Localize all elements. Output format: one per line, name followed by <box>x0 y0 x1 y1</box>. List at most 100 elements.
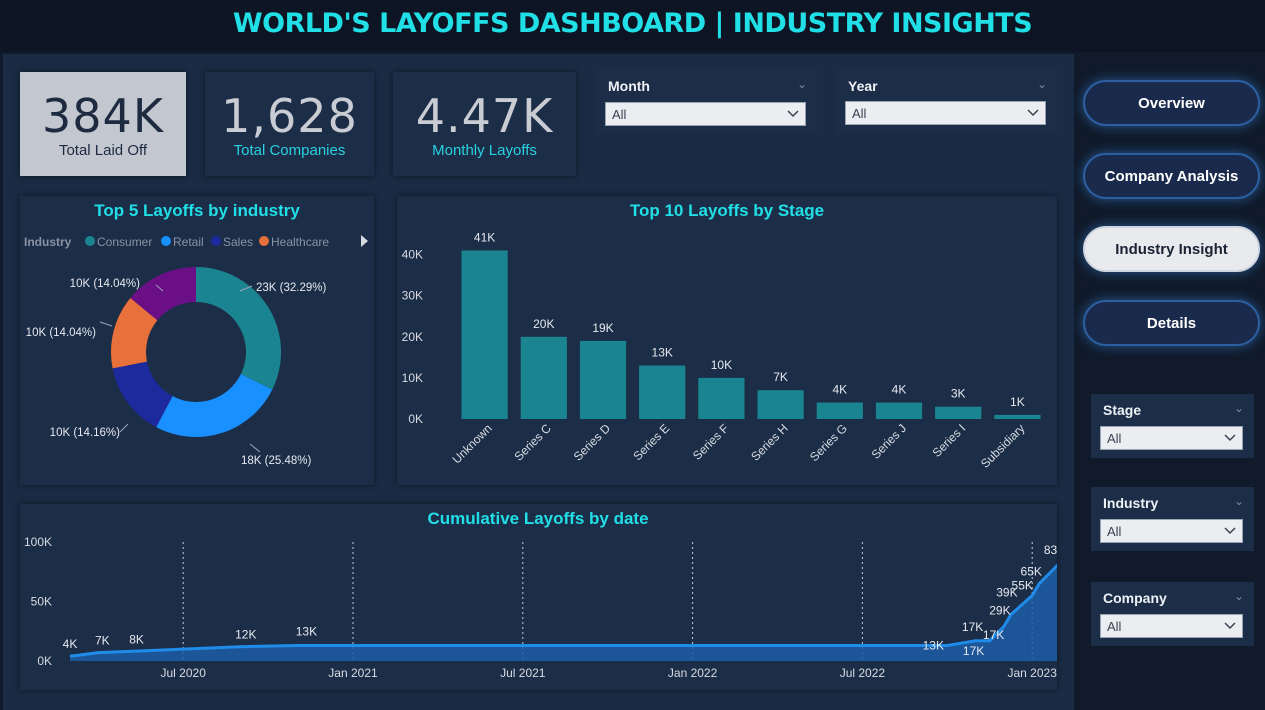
legend-item-retail[interactable]: Retail <box>161 235 204 249</box>
bar[interactable] <box>875 402 923 419</box>
kpi-label: Total Companies <box>233 141 346 159</box>
bar-data-label: 41K <box>474 230 495 244</box>
chevron-down-icon[interactable]: ⌄ <box>1234 401 1244 415</box>
year-slicer-title: Year <box>848 78 878 94</box>
x-tick-label: Series E <box>630 421 672 463</box>
donut-slice[interactable] <box>156 374 273 437</box>
kpi-total-companies[interactable]: 1,628 Total Companies <box>205 72 374 176</box>
stage-bar-chart: Top 10 Layoffs by Stage 0K 10K 20K 30K 40K 41… <box>402 201 1041 471</box>
legend-title: Industry <box>24 235 72 249</box>
bar-data-label: 10K <box>711 358 732 372</box>
bar[interactable] <box>579 340 627 419</box>
industry-donut-chart: Top 5 Layoffs by industry Industry Consu… <box>24 201 368 467</box>
legend-item-sales[interactable]: Sales <box>211 235 253 249</box>
month-dropdown-value: All <box>612 106 627 122</box>
industry-slicer-title: Industry <box>1103 495 1159 511</box>
cumulative-line[interactable] <box>69 543 1057 658</box>
stage-slicer: Stage ⌄ All <box>1091 394 1254 458</box>
point-data-label: 13K <box>296 625 317 639</box>
y-tick-label: 30K <box>402 289 423 303</box>
x-tick-label: Series J <box>869 421 910 462</box>
chevron-down-icon <box>1224 434 1236 442</box>
details-button[interactable]: Details <box>1083 300 1260 346</box>
month-dropdown[interactable]: All <box>605 102 806 126</box>
bar[interactable] <box>757 390 804 419</box>
bar[interactable] <box>520 336 567 419</box>
point-data-label: 8K <box>129 632 144 646</box>
company-analysis-button[interactable]: Company Analysis <box>1083 153 1260 199</box>
kpi-value: 1,628 <box>221 88 358 143</box>
bar-data-label: 7K <box>773 370 788 384</box>
industry-dropdown[interactable]: All <box>1100 519 1243 543</box>
bar[interactable] <box>935 406 982 419</box>
x-tick-label: Jul 2022 <box>840 666 886 680</box>
x-tick-label: Series G <box>807 421 850 464</box>
chevron-down-icon[interactable]: ⌄ <box>797 77 807 91</box>
company-slicer-title: Company <box>1103 590 1167 606</box>
x-tick-label: Jan 2021 <box>328 666 378 680</box>
y-tick-label: 40K <box>402 248 423 262</box>
point-data-label: 7K <box>95 634 110 648</box>
year-dropdown-value: All <box>852 105 867 121</box>
cumulative-area-chart: Cumulative Layoffs by date 0K 50K 100K Jul … <box>24 509 1057 680</box>
chevron-down-icon <box>1224 622 1236 630</box>
x-tick-label: Jan 2023 <box>1008 666 1057 680</box>
bar-data-label: 19K <box>592 321 613 335</box>
bar[interactable] <box>816 402 863 419</box>
legend-label: Retail <box>173 235 204 249</box>
kpi-value: 4.47K <box>415 88 554 143</box>
x-tick-label: Jul 2021 <box>500 666 546 680</box>
y-tick-label: 20K <box>402 330 423 344</box>
legend-next-arrow-icon[interactable] <box>361 235 368 247</box>
legend-label: Consumer <box>97 235 152 249</box>
industry-slicer: Industry ⌄ All <box>1091 487 1254 551</box>
month-slicer: Month ⌄ All <box>596 70 817 133</box>
industry-dropdown-value: All <box>1107 523 1122 539</box>
chevron-down-icon[interactable]: ⌄ <box>1234 589 1244 603</box>
point-data-label: 17K <box>983 628 1004 642</box>
year-dropdown[interactable]: All <box>845 101 1046 125</box>
bar[interactable] <box>698 377 745 419</box>
cumulative-area-card: Cumulative Layoffs by date 0K 50K 100K Jul … <box>20 504 1057 690</box>
x-tick-label: Series I <box>930 421 969 460</box>
company-dropdown[interactable]: All <box>1100 614 1243 638</box>
chevron-down-icon <box>1027 109 1039 117</box>
chevron-down-icon <box>787 110 799 118</box>
point-data-label: 55K <box>1012 579 1033 593</box>
x-tick-label: Series H <box>748 421 790 463</box>
chevron-down-icon[interactable]: ⌄ <box>1037 77 1047 91</box>
overview-button[interactable]: Overview <box>1083 80 1260 126</box>
y-tick-label: 0K <box>408 412 423 426</box>
x-tick-label: Jul 2020 <box>161 666 207 680</box>
donut-title: Top 5 Layoffs by industry <box>94 201 300 220</box>
bar-title: Top 10 Layoffs by Stage <box>630 201 824 220</box>
chevron-down-icon[interactable]: ⌄ <box>1234 494 1244 508</box>
industry-insight-button[interactable]: Industry Insight <box>1083 226 1260 272</box>
bar[interactable] <box>639 365 686 419</box>
x-tick-label: Series F <box>690 421 731 462</box>
kpi-label: Monthly Layoffs <box>432 141 537 159</box>
kpi-total-laid-off[interactable]: 384K Total Laid Off <box>20 72 186 176</box>
legend-item-healthcare[interactable]: Healthcare <box>259 235 329 249</box>
stage-dropdown[interactable]: All <box>1100 426 1243 450</box>
legend-label: Healthcare <box>271 235 329 249</box>
year-slicer: Year ⌄ All <box>836 70 1057 133</box>
month-slicer-title: Month <box>608 78 650 94</box>
point-data-label: 29K <box>989 603 1010 617</box>
y-tick-label: 0K <box>37 654 52 668</box>
bar[interactable] <box>994 414 1041 419</box>
kpi-label: Total Laid Off <box>58 141 148 159</box>
company-slicer: Company ⌄ All <box>1091 582 1254 646</box>
bar-data-label: 20K <box>533 317 554 331</box>
industry-donut-card: Top 5 Layoffs by industry Industry Consu… <box>20 196 374 485</box>
point-data-label: 83K <box>1044 543 1057 557</box>
bar-data-label: 4K <box>892 383 907 397</box>
area-fill <box>70 565 1057 661</box>
donut-label-retail: 18K (25.48%) <box>241 455 311 467</box>
legend-item-consumer[interactable]: Consumer <box>85 235 152 249</box>
kpi-value: 384K <box>42 88 164 143</box>
y-tick-label: 100K <box>24 535 52 549</box>
point-data-label: 12K <box>235 628 256 642</box>
kpi-monthly-layoffs[interactable]: 4.47K Monthly Layoffs <box>393 72 576 176</box>
bar[interactable] <box>461 250 508 419</box>
